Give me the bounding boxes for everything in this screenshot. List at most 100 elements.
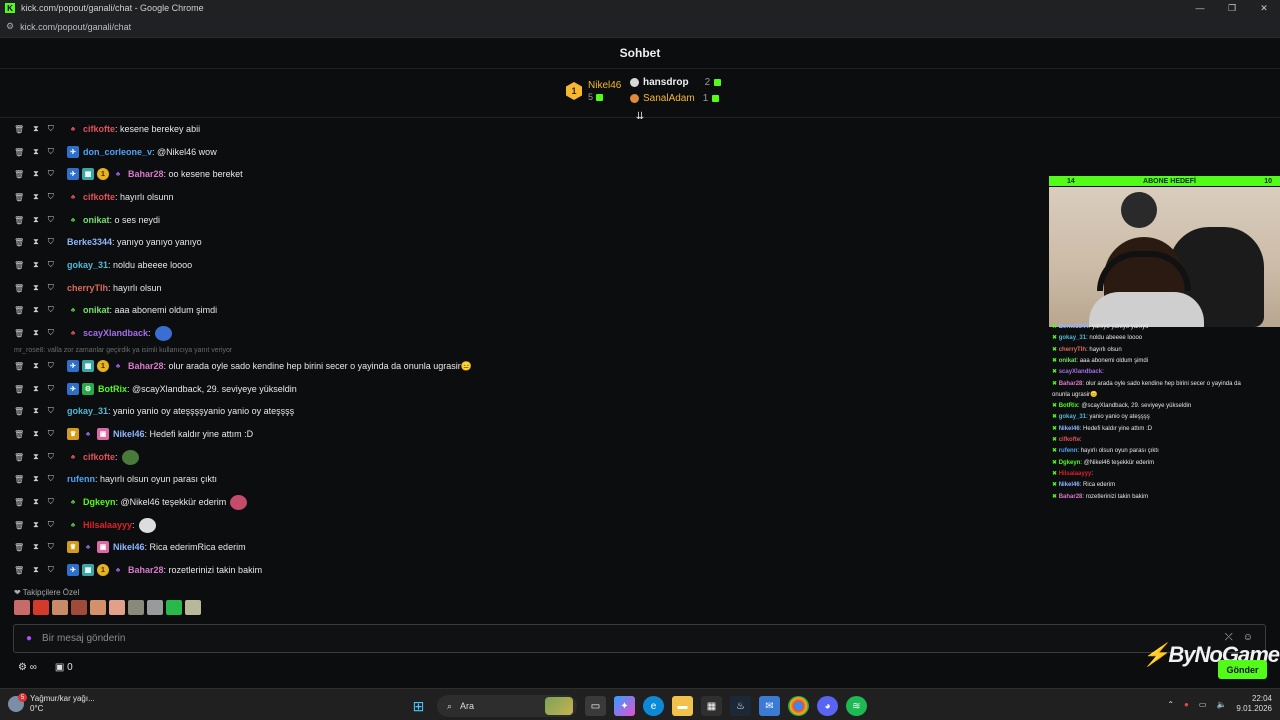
ban-icon[interactable]: ⛉: [48, 328, 54, 338]
delete-icon[interactable]: 🗑: [14, 475, 24, 484]
chat-message[interactable]: 🗑 ⧗ ⛉ ✈ don_corleone_v: @Nikel46 wow: [14, 143, 217, 161]
address-bar[interactable]: ⚙ kick.com/popout/ganali/chat: [0, 16, 1280, 38]
message-username[interactable]: cifkofte: [83, 192, 115, 202]
chat-message[interactable]: 🗑 ⧗ ⛉ ✈ ⚙ BotRix: @scayXlandback, 29. seviyey…: [14, 380, 297, 398]
leaderboard-second[interactable]: hansdrop 2: [630, 77, 722, 88]
delete-icon[interactable]: 🗑: [14, 261, 24, 270]
timeout-icon[interactable]: ⧗: [33, 169, 39, 179]
site-settings-icon[interactable]: ⚙: [6, 21, 14, 32]
timeout-icon[interactable]: ⧗: [33, 497, 39, 507]
timeout-icon[interactable]: ⧗: [33, 361, 39, 371]
timeout-icon[interactable]: ⧗: [33, 452, 39, 462]
message-username[interactable]: Nikel46: [113, 429, 145, 439]
discord-icon[interactable]: ◕: [817, 696, 838, 716]
message-username[interactable]: cifkofte: [83, 452, 115, 462]
delete-icon[interactable]: 🗑: [14, 306, 24, 315]
timeout-icon[interactable]: ⧗: [33, 305, 39, 315]
ban-icon[interactable]: ⛉: [48, 283, 54, 293]
chat-message[interactable]: 🗑 ⧗ ⛉ gokay_31: noldu abeeee loooo: [14, 256, 192, 274]
delete-icon[interactable]: 🗑: [14, 329, 24, 338]
chat-message[interactable]: 🗑 ⧗ ⛉ rufenn: hayırlı olsun oyun parası çık…: [14, 470, 217, 488]
timeout-icon[interactable]: ⧗: [33, 260, 39, 270]
timeout-icon[interactable]: ⧗: [33, 192, 39, 202]
emote-icon[interactable]: [90, 600, 106, 615]
delete-icon[interactable]: 🗑: [14, 125, 24, 134]
store-icon[interactable]: ▦: [701, 696, 722, 716]
ban-icon[interactable]: ⛉: [48, 384, 54, 394]
delete-icon[interactable]: 🗑: [14, 238, 24, 247]
emote-icon[interactable]: [166, 600, 182, 615]
ban-icon[interactable]: ⛉: [48, 452, 54, 462]
delete-icon[interactable]: 🗑: [14, 170, 24, 179]
emote-icon[interactable]: [128, 600, 144, 615]
chat-message[interactable]: 🗑 ⧗ ⛉ Berke3344: yanıyo yanıyo yanıyo: [14, 233, 202, 251]
message-username[interactable]: Bahar28: [128, 169, 164, 179]
ban-icon[interactable]: ⛉: [48, 474, 54, 484]
taskbar-search[interactable]: ⌕ Ara: [437, 695, 577, 717]
message-username[interactable]: Nikel46: [113, 542, 145, 552]
ban-icon[interactable]: ⛉: [48, 406, 54, 416]
delete-icon[interactable]: 🗑: [14, 362, 24, 371]
message-username[interactable]: onikat: [83, 305, 110, 315]
task-view-icon[interactable]: ▭: [585, 696, 606, 716]
timeout-icon[interactable]: ⧗: [33, 542, 39, 552]
delete-icon[interactable]: 🗑: [14, 498, 24, 507]
timeout-icon[interactable]: ⧗: [33, 520, 39, 530]
ban-icon[interactable]: ⛉: [48, 260, 54, 270]
chat-message[interactable]: 🗑 ⧗ ⛉ ♣ onikat: o ses neydi: [14, 211, 160, 229]
delete-icon[interactable]: 🗑: [14, 284, 24, 293]
ban-icon[interactable]: ⛉: [48, 169, 54, 179]
timeout-icon[interactable]: ⧗: [33, 328, 39, 338]
timeout-icon[interactable]: ⧗: [33, 124, 39, 134]
delete-icon[interactable]: 🗑: [14, 453, 24, 462]
message-username[interactable]: don_corleone_v: [83, 147, 152, 157]
send-button[interactable]: Gönder: [1218, 660, 1267, 679]
emote-icon[interactable]: [185, 600, 201, 615]
message-username[interactable]: cifkofte: [83, 124, 115, 134]
microphone-icon[interactable]: ●: [26, 633, 32, 644]
message-username[interactable]: gokay_31: [67, 406, 108, 416]
delete-icon[interactable]: 🗑: [14, 216, 24, 225]
delete-icon[interactable]: 🗑: [14, 385, 24, 394]
chat-message[interactable]: 🗑 ⧗ ⛉ ♣ scayXlandback:: [14, 324, 172, 342]
kicks-wallet[interactable]: ▣ 0: [55, 662, 73, 673]
message-input[interactable]: ● Bir mesaj gönderin ⤫ ☺: [13, 624, 1266, 653]
chat-message[interactable]: 🗑 ⧗ ⛉ ♣ Dgkeyn: @Nikel46 teşekkür ederim: [14, 493, 248, 511]
chat-message[interactable]: 🗑 ⧗ ⛉ ✈ ▦ 1 ♣ Bahar28: rozetlerinizi takin baki…: [14, 561, 262, 579]
delete-icon[interactable]: 🗑: [14, 521, 24, 530]
timeout-icon[interactable]: ⧗: [33, 474, 39, 484]
ban-icon[interactable]: ⛉: [48, 497, 54, 507]
chat-message[interactable]: 🗑 ⧗ ⛉ ♣ onikat: aaa abonemi oldum şimdi: [14, 301, 217, 319]
emote-icon[interactable]: [109, 600, 125, 615]
message-username[interactable]: Bahar28: [128, 565, 164, 575]
timeout-icon[interactable]: ⧗: [33, 283, 39, 293]
message-username[interactable]: scayXlandback: [83, 328, 148, 338]
emote-icon[interactable]: [71, 600, 87, 615]
message-username[interactable]: rufenn: [67, 474, 95, 484]
leaderboard-third[interactable]: SanalAdam 1: [630, 93, 720, 104]
restore-button[interactable]: ❐: [1216, 0, 1248, 16]
chat-message[interactable]: 🗑 ⧗ ⛉ ✈ ▦ 1 ♣ Bahar28: olur arada oyle sado ken…: [14, 357, 472, 375]
minimize-button[interactable]: —: [1184, 0, 1216, 16]
message-username[interactable]: BotRix: [98, 384, 127, 394]
leaderboard-first[interactable]: 1 Nikel46 5: [566, 80, 621, 102]
chat-message[interactable]: 🗑 ⧗ ⛉ ♛ ♣ ▣ Nikel46: Hedefi kaldır yine attım …: [14, 425, 253, 443]
chrome-icon[interactable]: [788, 696, 809, 716]
ban-icon[interactable]: ⛉: [48, 542, 54, 552]
ban-icon[interactable]: ⛉: [48, 237, 54, 247]
steam-icon[interactable]: ♨: [730, 696, 751, 716]
timeout-icon[interactable]: ⧗: [33, 406, 39, 416]
ban-icon[interactable]: ⛉: [48, 429, 54, 439]
address-url[interactable]: kick.com/popout/ganali/chat: [20, 22, 131, 32]
chat-message[interactable]: 🗑 ⧗ ⛉ gokay_31: yanio yanio oy ateşşşşyanio…: [14, 402, 294, 420]
timeout-icon[interactable]: ⧗: [33, 429, 39, 439]
chat-message[interactable]: 🗑 ⧗ ⛉ ✈ ▦ 1 ♣ Bahar28: oo kesene bereket: [14, 165, 243, 183]
delete-icon[interactable]: 🗑: [14, 430, 24, 439]
chat-message[interactable]: 🗑 ⧗ ⛉ ♣ cifkofte:: [14, 448, 139, 466]
clock[interactable]: 22:04 9.01.2026: [1236, 694, 1272, 714]
emote-icon[interactable]: [33, 600, 49, 615]
message-username[interactable]: onikat: [83, 215, 110, 225]
spotify-icon[interactable]: ≋: [846, 696, 867, 716]
delete-icon[interactable]: 🗑: [14, 148, 24, 157]
timeout-icon[interactable]: ⧗: [33, 215, 39, 225]
